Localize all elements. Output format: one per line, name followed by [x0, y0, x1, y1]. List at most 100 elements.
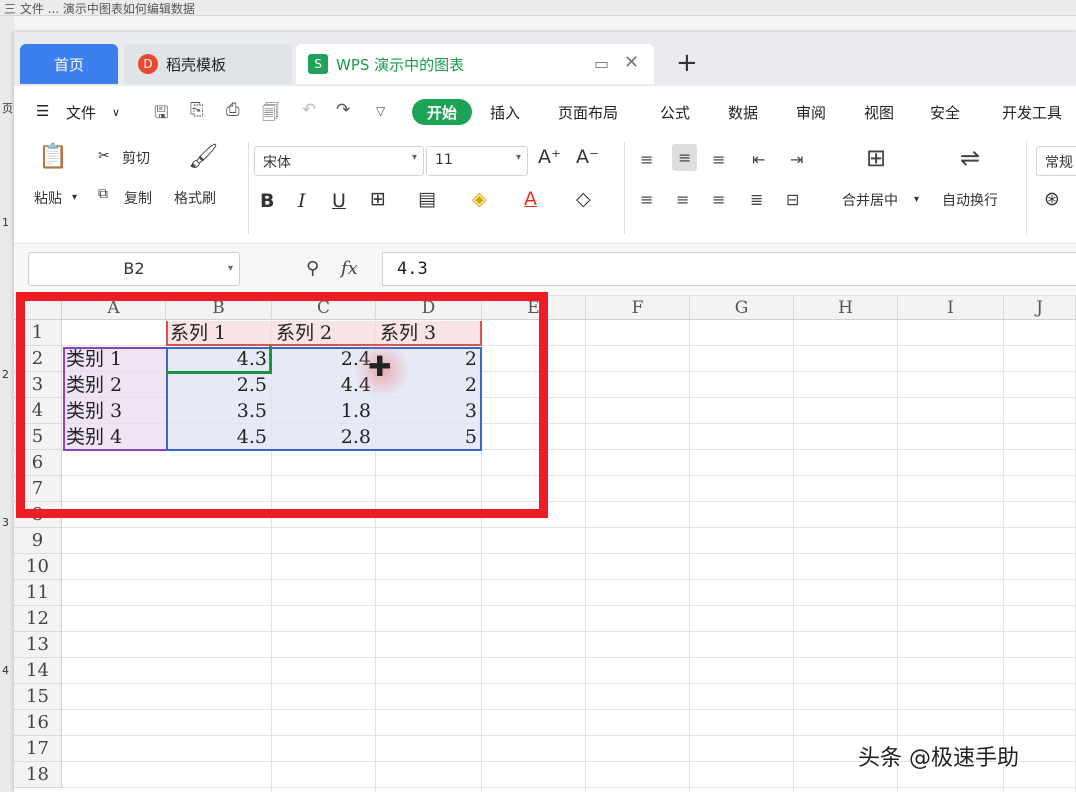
menu-insert[interactable]: 插入: [490, 102, 520, 123]
tab-home[interactable]: 首页: [20, 44, 118, 84]
align-middle-icon[interactable]: ≡: [672, 144, 698, 171]
font-name-select[interactable]: 宋体 ▾: [254, 146, 424, 176]
row-header[interactable]: 10: [14, 554, 62, 580]
tab-document[interactable]: S WPS 演示中的图表 ▭ ✕: [296, 44, 654, 84]
row-header[interactable]: 17: [14, 736, 62, 762]
decrease-font-icon[interactable]: A⁻: [576, 146, 599, 168]
column-gridline: [793, 320, 794, 792]
background-toolbar: 三 文件 ... 演示中图表如何编辑数据: [0, 0, 1076, 16]
name-box[interactable]: B2 ▾: [28, 252, 240, 286]
chevron-down-icon[interactable]: ∨: [112, 106, 120, 119]
window-restore-icon[interactable]: ▭: [594, 54, 609, 73]
paste-icon[interactable]: 📋: [38, 142, 68, 170]
increase-font-icon[interactable]: A⁺: [538, 146, 561, 168]
row-header[interactable]: 9: [14, 528, 62, 554]
name-box-value: B2: [123, 259, 145, 278]
menu-formulas[interactable]: 公式: [660, 102, 690, 123]
save-icon[interactable]: 🖫: [154, 100, 168, 129]
underline-icon[interactable]: U: [332, 190, 346, 212]
menu-start[interactable]: 开始: [412, 99, 472, 125]
borders-icon[interactable]: ⊞: [370, 188, 386, 210]
format-painter-button[interactable]: 格式刷: [174, 188, 216, 208]
row-gridline: [62, 553, 1076, 554]
bold-icon[interactable]: B: [260, 190, 274, 212]
align-right-icon[interactable]: ≡: [712, 190, 725, 209]
menu-file[interactable]: 文件: [66, 102, 96, 123]
ruler-label: 4: [2, 664, 9, 677]
align-left-icon[interactable]: ≡: [640, 190, 653, 209]
zoom-formula-icon[interactable]: ⚲: [306, 258, 319, 279]
font-name-value: 宋体: [263, 155, 291, 171]
increase-indent-icon[interactable]: ⇥: [790, 150, 803, 169]
column-header-f[interactable]: F: [586, 296, 690, 320]
column-header-j[interactable]: J: [1004, 296, 1076, 320]
redo-icon[interactable]: ↷: [336, 100, 350, 120]
spreadsheet-grid[interactable]: ABCDEFGHIJ 1 2 3 4 5 6 7 8 9 10 11 12 13 14 15 16 17 18 系…: [14, 292, 1076, 792]
plus-icon[interactable]: +: [676, 48, 698, 78]
cell-style-icon[interactable]: ▤: [418, 188, 436, 210]
copy-icon[interactable]: ⧉: [98, 186, 108, 202]
background-title: 三 文件 ... 演示中图表如何编辑数据: [4, 2, 195, 16]
merge-dropdown-icon[interactable]: ▾: [914, 194, 919, 205]
font-size-value: 11: [435, 152, 453, 168]
wrap-text-button[interactable]: 自动换行: [942, 190, 998, 210]
hamburger-icon[interactable]: ☰: [36, 102, 49, 120]
row-header[interactable]: 13: [14, 632, 62, 658]
row-header[interactable]: 12: [14, 606, 62, 632]
undo-icon[interactable]: ↶: [302, 100, 316, 120]
clear-format-icon[interactable]: ◇: [576, 188, 591, 210]
number-format-select[interactable]: 常规: [1036, 146, 1076, 176]
paste-dropdown-icon[interactable]: ▾: [72, 192, 77, 203]
tab-templates-label: 稻壳模板: [166, 55, 227, 74]
align-bottom-icon[interactable]: ≡: [712, 150, 725, 169]
close-tab-icon[interactable]: ✕: [624, 52, 639, 73]
menu-security[interactable]: 安全: [930, 102, 960, 123]
print-icon[interactable]: ⎙: [226, 100, 240, 120]
row-header[interactable]: 15: [14, 684, 62, 710]
justify-icon[interactable]: ≣: [750, 190, 763, 209]
row-gridline: [62, 605, 1076, 606]
tab-templates[interactable]: D 稻壳模板: [124, 44, 292, 84]
tab-bar: 首页 D 稻壳模板 S WPS 演示中的图表 ▭ ✕ +: [14, 32, 1076, 86]
spreadsheet-window: 首页 D 稻壳模板 S WPS 演示中的图表 ▭ ✕ + ☰ 文件 ∨ 🖫 ⎘ …: [14, 32, 1076, 792]
row-header[interactable]: 18: [14, 762, 62, 788]
wrap-text-icon[interactable]: ⇌: [960, 144, 980, 172]
quick-access-dropdown-icon[interactable]: ▽: [376, 104, 385, 118]
chevron-down-icon: ▾: [515, 152, 521, 163]
menu-developer[interactable]: 开发工具: [1002, 102, 1062, 123]
annotation-red-box: [16, 292, 548, 518]
cut-button[interactable]: 剪切: [122, 148, 150, 168]
align-center-icon[interactable]: ≡: [676, 190, 689, 209]
align-top-icon[interactable]: ≡: [640, 150, 653, 169]
row-header[interactable]: 16: [14, 710, 62, 736]
paste-button[interactable]: 粘贴: [34, 188, 62, 208]
copy-button[interactable]: 复制: [124, 188, 152, 208]
format-painter-icon[interactable]: 🖌: [188, 142, 218, 170]
print-preview-icon[interactable]: 🗐: [262, 100, 279, 129]
fill-color-icon[interactable]: ◈: [472, 188, 487, 210]
menu-view[interactable]: 视图: [864, 102, 894, 123]
column-header-i[interactable]: I: [898, 296, 1004, 320]
merge-center-button[interactable]: 合并居中: [842, 190, 898, 210]
menu-review[interactable]: 审阅: [796, 102, 826, 123]
column-header-h[interactable]: H: [794, 296, 898, 320]
row-gridline: [62, 631, 1076, 632]
cut-icon[interactable]: ✂: [98, 148, 110, 164]
column-gridline: [1003, 320, 1004, 792]
menu-data[interactable]: 数据: [728, 102, 758, 123]
row-header[interactable]: 11: [14, 580, 62, 606]
font-color-icon[interactable]: A: [524, 188, 537, 210]
decrease-indent-icon[interactable]: ⇤: [752, 150, 765, 169]
distributed-align-icon[interactable]: ⊟: [786, 190, 799, 209]
menu-page-layout[interactable]: 页面布局: [558, 102, 618, 123]
column-header-g[interactable]: G: [690, 296, 794, 320]
ribbon-separator: [248, 142, 249, 234]
merge-center-icon[interactable]: ⊞: [866, 144, 886, 172]
currency-icon[interactable]: ⊛: [1044, 188, 1060, 210]
formula-input[interactable]: 4.3: [382, 252, 1076, 286]
font-size-select[interactable]: 11 ▾: [426, 146, 528, 176]
italic-icon[interactable]: I: [298, 190, 306, 212]
export-icon[interactable]: ⎘: [190, 100, 204, 120]
row-header[interactable]: 14: [14, 658, 62, 684]
fx-icon[interactable]: fx: [341, 258, 358, 279]
